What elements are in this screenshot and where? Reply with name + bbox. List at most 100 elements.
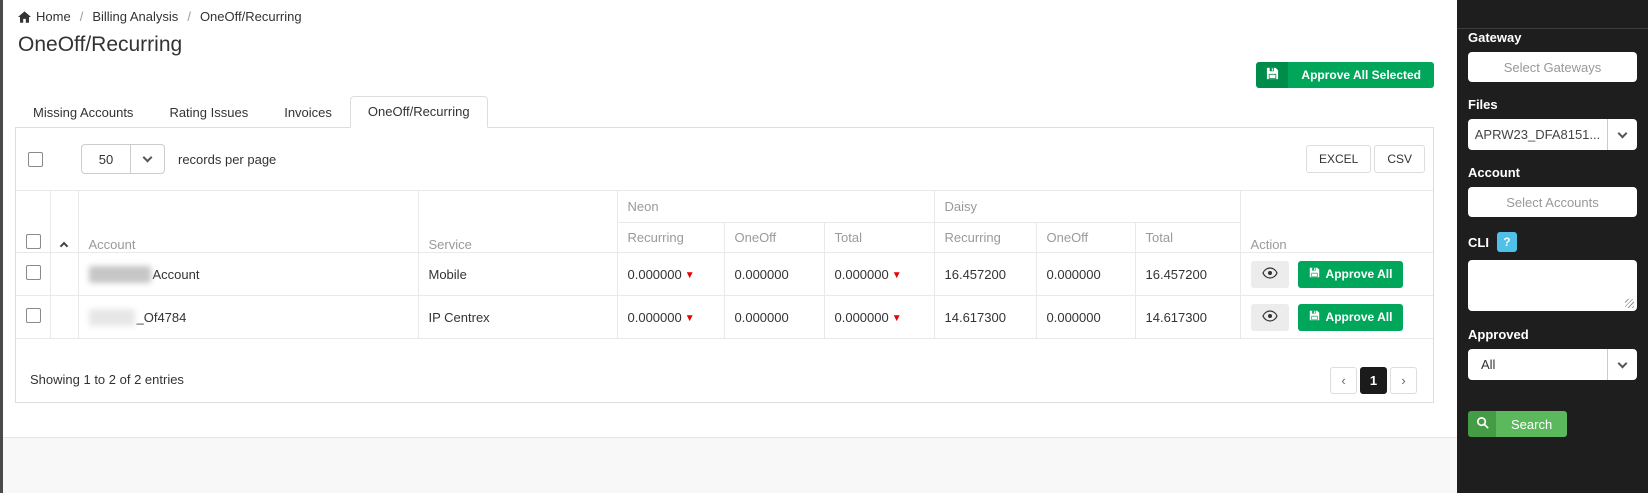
account-input[interactable] — [1468, 187, 1637, 217]
column-header-daisy-recurring[interactable]: Recurring — [933, 222, 1037, 253]
decrease-flag-icon: ▼ — [891, 269, 902, 281]
sort-asc-icon — [59, 241, 69, 251]
files-select[interactable]: APRW23_DFA8151... — [1468, 119, 1637, 150]
approved-select[interactable]: All — [1468, 349, 1637, 380]
cli-textarea[interactable] — [1468, 260, 1637, 311]
gateway-label: Gateway — [1468, 30, 1522, 45]
list-controls: 50 records per page EXCEL CSV — [16, 128, 1433, 190]
redacted-account-name — [88, 308, 135, 326]
approve-all-row-button[interactable]: Approve All — [1297, 303, 1404, 331]
decrease-flag-icon: ▼ — [684, 269, 695, 281]
pagination-next-button[interactable]: › — [1390, 367, 1417, 394]
breadcrumb-separator: / — [79, 9, 84, 24]
neon-total-cell: 0.000000 ▼ — [823, 252, 935, 296]
daisy-recurring-cell: 16.457200 — [933, 252, 1037, 296]
page-title: OneOff/Recurring — [18, 33, 183, 56]
column-header-neon-oneoff[interactable]: OneOff — [723, 222, 825, 253]
footer-area — [3, 438, 1457, 493]
decrease-flag-icon: ▼ — [684, 312, 695, 324]
view-details-button[interactable] — [1250, 260, 1289, 288]
column-header-action: Action — [1239, 190, 1434, 253]
pagination: ‹ 1 › — [1330, 367, 1417, 394]
view-details-button[interactable] — [1250, 303, 1289, 331]
records-per-page-label: records per page — [178, 151, 277, 167]
search-button[interactable]: Search — [1468, 411, 1568, 437]
breadcrumb-billing-analysis[interactable]: Billing Analysis — [92, 9, 178, 24]
approved-selected-value: All — [1481, 357, 1496, 372]
breadcrumb-current-page: OneOff/Recurring — [199, 9, 302, 24]
search-icon — [1476, 416, 1489, 432]
csv-export-button[interactable]: CSV — [1374, 145, 1425, 173]
row-checkbox[interactable] — [26, 265, 41, 280]
sort-column-header[interactable] — [49, 190, 79, 253]
gateway-input[interactable] — [1468, 52, 1637, 82]
column-header-account[interactable]: Account — [77, 190, 419, 253]
daisy-recurring-cell: 14.617300 — [933, 295, 1037, 339]
eye-icon — [1261, 266, 1278, 282]
eye-icon — [1261, 309, 1278, 325]
page-size-value: 50 — [98, 151, 114, 167]
files-label: Files — [1468, 97, 1498, 112]
table-row: _Of4784 IP Centrex 0.000000 ▼ 0.000000 0.… — [16, 295, 1434, 339]
daisy-total-cell: 16.457200 — [1134, 252, 1241, 296]
neon-oneoff-cell: 0.000000 — [723, 295, 825, 339]
table-row: Account Mobile 0.000000 ▼ 0.000000 0.0000… — [16, 252, 1434, 296]
neon-recurring-cell: 0.000000 ▼ — [616, 252, 725, 296]
column-header-service[interactable]: Service — [417, 190, 618, 253]
tab-missing-accounts[interactable]: Missing Accounts — [15, 96, 151, 127]
service-cell: IP Centrex — [417, 295, 618, 339]
redacted-account-name — [88, 265, 151, 283]
gateway-field-group: Gateway — [1468, 30, 1637, 82]
main-content: Home / Billing Analysis / OneOff/Recurri… — [3, 0, 1457, 493]
neon-total-cell: 0.000000 ▼ — [823, 295, 935, 339]
select-all-checkbox-top[interactable] — [28, 151, 43, 167]
column-header-neon-total[interactable]: Total — [823, 222, 935, 253]
chevron-down-icon — [1617, 358, 1628, 368]
filter-sidebar: Gateway Files APRW23_DFA8151... Account … — [1457, 0, 1648, 493]
page-size-select[interactable]: 50 — [81, 144, 165, 174]
approve-all-label: Approve All — [1325, 267, 1393, 281]
column-header-daisy-total[interactable]: Total — [1134, 222, 1241, 253]
billing-table: Account Service Neon Daisy Action Recurr… — [16, 190, 1434, 339]
files-field-group: Files APRW23_DFA8151... — [1468, 97, 1637, 150]
account-cell: Account — [88, 265, 408, 283]
tab-invoices[interactable]: Invoices — [266, 96, 350, 127]
tab-oneoff-recurring[interactable]: OneOff/Recurring — [349, 96, 488, 128]
select-all-checkbox-header[interactable] — [26, 234, 41, 249]
chevron-down-icon — [1617, 128, 1628, 138]
cli-label: CLI — [1468, 234, 1489, 250]
column-header-daisy-oneoff[interactable]: OneOff — [1035, 222, 1136, 253]
group-header-neon: Neon — [616, 190, 935, 223]
account-label: Account — [152, 266, 200, 282]
chevron-down-icon — [142, 152, 153, 163]
search-button-label: Search — [1496, 411, 1568, 437]
approve-all-row-button[interactable]: Approve All — [1297, 260, 1404, 288]
breadcrumb-separator: / — [187, 9, 191, 24]
neon-recurring-cell: 0.000000 ▼ — [616, 295, 725, 339]
approve-all-label: Approve All — [1325, 310, 1393, 324]
decrease-flag-icon: ▼ — [891, 312, 902, 324]
tab-rating-issues[interactable]: Rating Issues — [151, 96, 266, 127]
group-header-daisy: Daisy — [933, 190, 1241, 223]
daisy-oneoff-cell: 0.000000 — [1035, 252, 1136, 296]
breadcrumb-home[interactable]: Home — [18, 9, 71, 24]
files-selected-value: APRW23_DFA8151... — [1474, 127, 1601, 142]
breadcrumb: Home / Billing Analysis / OneOff/Recurri… — [18, 9, 302, 24]
excel-export-button[interactable]: EXCEL — [1305, 145, 1372, 173]
save-icon — [1266, 67, 1279, 83]
save-icon — [1309, 310, 1320, 324]
column-header-neon-recurring[interactable]: Recurring — [617, 222, 725, 253]
pagination-page-1-button[interactable]: 1 — [1360, 367, 1387, 394]
pagination-prev-button[interactable]: ‹ — [1330, 367, 1357, 394]
neon-oneoff-cell: 0.000000 — [723, 252, 825, 296]
table-footer: Showing 1 to 2 of 2 entries ‹ 1 › — [16, 339, 1433, 401]
breadcrumb-home-label: Home — [36, 9, 71, 24]
approved-label: Approved — [1468, 327, 1529, 342]
approve-all-selected-button[interactable]: Approve All Selected — [1256, 62, 1434, 88]
entries-summary: Showing 1 to 2 of 2 entries — [30, 372, 184, 387]
row-checkbox[interactable] — [26, 308, 41, 323]
cli-help-badge[interactable]: ? — [1496, 232, 1517, 252]
daisy-total-cell: 14.617300 — [1134, 295, 1241, 339]
app-window: Home / Billing Analysis / OneOff/Recurri… — [0, 0, 1648, 493]
account-filter-label: Account — [1468, 165, 1520, 180]
